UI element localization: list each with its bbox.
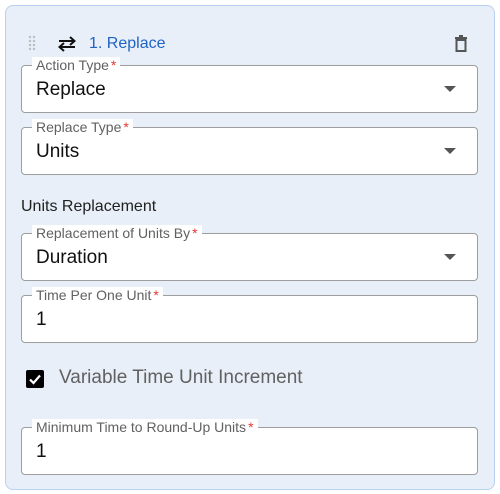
action-card: 1. Replace Action Type * Replace Replace … <box>5 5 495 490</box>
card-title[interactable]: 1. Replace <box>89 34 166 54</box>
time-per-unit-label: Time Per One Unit * <box>32 287 163 303</box>
units-replacement-heading: Units Replacement <box>21 198 157 215</box>
replacement-by-select[interactable]: Replacement of Units By * Duration <box>21 225 478 281</box>
dropdown-arrow-icon[interactable] <box>444 148 456 154</box>
replace-type-label: Replace Type * <box>32 119 133 135</box>
action-type-label: Action Type * <box>32 57 121 73</box>
trash-icon[interactable] <box>453 34 469 54</box>
replacement-by-value: Duration <box>36 247 108 268</box>
min-round-up-input[interactable]: Minimum Time to Round-Up Units * 1 <box>21 419 478 475</box>
action-type-select[interactable]: Action Type * Replace <box>21 57 478 113</box>
dropdown-arrow-icon[interactable] <box>444 86 456 92</box>
variable-time-increment-checkbox[interactable] <box>26 370 44 388</box>
min-round-up-value: 1 <box>36 441 47 462</box>
time-per-unit-value: 1 <box>36 309 47 330</box>
variable-time-increment-option[interactable]: Variable Time Unit Increment <box>26 366 466 396</box>
replace-type-select[interactable]: Replace Type * Units <box>21 119 478 175</box>
replace-type-value: Units <box>36 141 80 162</box>
dropdown-arrow-icon[interactable] <box>444 254 456 260</box>
min-round-up-label: Minimum Time to Round-Up Units * <box>32 419 258 435</box>
required-asterisk: * <box>248 419 254 435</box>
required-asterisk: * <box>110 57 117 73</box>
replacement-by-label: Replacement of Units By * <box>32 225 202 241</box>
required-asterisk: * <box>123 119 129 135</box>
variable-time-increment-label[interactable]: Variable Time Unit Increment <box>59 366 303 390</box>
required-asterisk: * <box>192 225 198 241</box>
swap-arrows-icon <box>56 34 78 54</box>
time-per-unit-input[interactable]: Time Per One Unit * 1 <box>21 287 478 343</box>
action-type-value: Replace <box>36 79 106 100</box>
required-asterisk: * <box>153 287 159 303</box>
drag-handle-icon[interactable] <box>28 35 36 51</box>
